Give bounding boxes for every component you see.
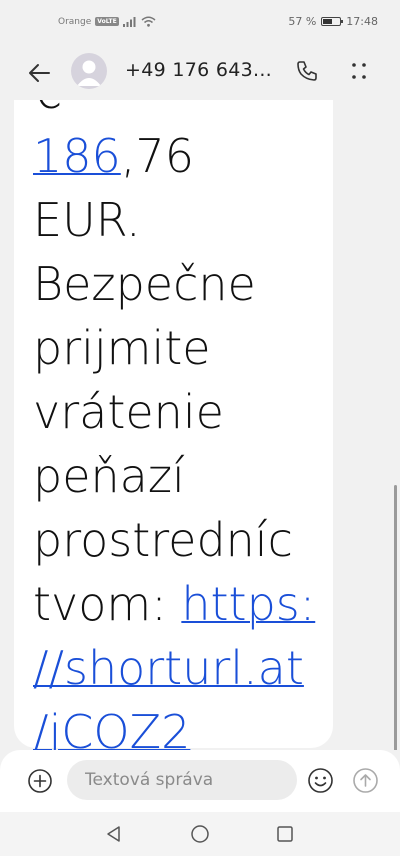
emoji-button[interactable] [307,767,334,794]
nav-back-button[interactable] [100,820,128,848]
conversation-header: +49 176 643... [0,46,400,100]
back-triangle-icon [107,826,120,842]
message-link[interactable]: /jCOZ2 [33,705,190,750]
message-line-text: prijmite [33,321,211,375]
home-circle-icon [191,825,209,843]
add-attachment-button[interactable] [27,768,53,794]
message-text: € 186,76 EUR. Bezpečne prijmite vrátenie… [33,100,333,750]
message-line-text: € [33,100,62,119]
phone-icon [297,61,317,81]
message-line: prijmite [33,316,333,380]
battery-percent: 57 % [288,15,317,28]
emoji-icon [308,768,333,793]
message-line: prostredníc [33,508,333,572]
conversation-area[interactable]: € 186,76 EUR. Bezpečne prijmite vrátenie… [0,100,400,750]
add-icon [28,769,52,793]
message-line: /jCOZ2 [33,700,333,750]
message-line-text: ,76 [120,129,194,183]
back-button[interactable] [22,56,56,90]
carrier-name: Orange [58,16,92,27]
status-left: Orange VoLTE [58,16,156,27]
message-input[interactable] [67,760,297,800]
call-button[interactable] [292,56,322,86]
scrollbar[interactable] [394,485,397,750]
message-link[interactable]: 186 [33,129,121,183]
contact-name[interactable]: +49 176 643... [125,59,272,81]
message-line: //shorturl.at [33,636,333,700]
recents-square-icon [277,826,293,842]
send-button[interactable] [352,767,379,794]
battery-fill [323,19,333,24]
message-line: € [33,100,333,124]
status-bar: Orange VoLTE 57 % 17:48 [0,0,400,46]
network-badge: VoLTE [95,17,119,26]
message-line: 186,76 [33,124,333,188]
message-line-text: Bezpečne [33,257,256,311]
message-line: EUR. [33,188,333,252]
message-bubble[interactable]: € 186,76 EUR. Bezpečne prijmite vrátenie… [14,100,333,750]
message-line-text: peňazí [33,449,185,503]
message-link[interactable]: //shorturl.at [33,641,304,695]
clock: 17:48 [346,15,378,28]
message-line-text: prostredníc [33,513,293,567]
back-arrow-icon [29,64,50,82]
message-line: vrátenie [33,380,333,444]
send-icon [353,768,378,793]
contact-avatar-icon [77,60,101,86]
status-right: 57 % 17:48 [288,15,378,28]
message-line-text: EUR. [33,193,141,247]
message-line: Bezpečne [33,252,333,316]
nav-home-button[interactable] [186,820,214,848]
nav-recents-button[interactable] [271,820,299,848]
signal-icon [122,16,137,27]
system-navigation-bar [0,812,400,856]
more-options-button[interactable] [344,56,374,86]
more-dots-icon [352,63,366,79]
message-line: peňazí [33,444,333,508]
wifi-icon [141,16,156,27]
contact-avatar[interactable] [71,53,107,89]
message-link[interactable]: https: [181,577,315,631]
message-line-text: tvom: [33,577,182,631]
message-composer [0,750,400,812]
message-line: tvom: https: [33,572,333,636]
battery-icon [321,17,344,26]
message-line-text: vrátenie [33,385,224,439]
